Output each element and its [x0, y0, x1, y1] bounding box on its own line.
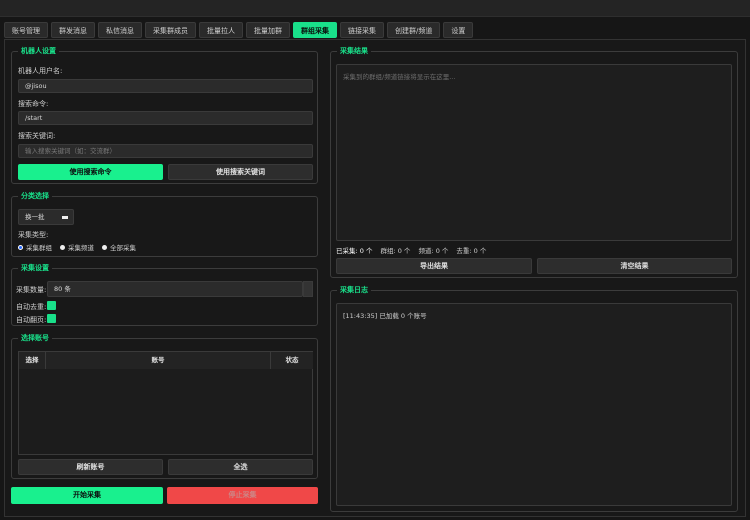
dropdown-indicator-icon — [62, 216, 68, 219]
tab-bulk-join[interactable]: 批量加群 — [246, 22, 290, 38]
radio-label: 采集群组 — [26, 244, 52, 252]
tab-group-broadcast[interactable]: 群发消息 — [51, 22, 95, 38]
select-accounts-title: 选择账号 — [18, 334, 52, 343]
use-search-keyword-button[interactable]: 使用搜索关键词 — [168, 164, 313, 180]
stats-groups: 群组: 0 个 — [380, 247, 411, 255]
tab-bulk-invite[interactable]: 批量拉人 — [199, 22, 243, 38]
col-header-account[interactable]: 账号 — [46, 352, 271, 369]
category-select-value: 换一批 — [25, 213, 45, 221]
search-command-label: 搜索命令: — [18, 100, 49, 108]
category-select[interactable]: 换一批 — [18, 209, 74, 225]
radio-unchecked-icon — [102, 244, 107, 250]
collect-settings-title: 采集设置 — [18, 264, 52, 273]
tab-account-management[interactable]: 账号管理 — [4, 22, 48, 38]
stats-channels: 频道: 0 个 — [418, 247, 449, 255]
collect-count-spinbox[interactable]: 80 条 — [47, 281, 303, 297]
stats-collected: 已采集: 0 个 — [336, 247, 373, 255]
radio-checked-icon — [18, 244, 23, 250]
col-header-select[interactable]: 选择 — [19, 352, 46, 369]
results-title: 采集结果 — [337, 47, 371, 56]
search-keyword-label: 搜索关键词: — [18, 132, 56, 140]
select-accounts-group: 选择账号 选择 账号 状态 刷新账号 全选 — [11, 334, 318, 479]
auto-pageturn-checkbox[interactable] — [47, 314, 56, 323]
tab-create-group[interactable]: 创建群/频道 — [387, 22, 441, 38]
search-keyword-input[interactable]: 输入搜索关键词（如：交流群） — [18, 144, 313, 158]
tab-link-collect[interactable]: 链接采集 — [340, 22, 384, 38]
radio-unchecked-icon — [60, 244, 65, 250]
results-placeholder: 采集到的群组/频道链接将显示在这里... — [343, 73, 456, 81]
radio-collect-channels[interactable]: 采集频道 — [60, 242, 94, 252]
radio-label: 全部采集 — [110, 244, 136, 252]
use-search-command-button[interactable]: 使用搜索命令 — [18, 164, 163, 180]
bot-settings-title: 机器人设置 — [18, 47, 59, 56]
log-textarea[interactable]: [11:43:35] 已加载 0 个账号 — [336, 303, 732, 506]
bot-username-input[interactable]: @jisou — [18, 79, 313, 93]
stop-collect-button[interactable]: 停止采集 — [167, 487, 318, 504]
tab-group-collect[interactable]: 群组采集 — [293, 22, 337, 38]
tab-private-message[interactable]: 私信消息 — [98, 22, 142, 38]
auto-dedup-checkbox[interactable] — [47, 301, 56, 310]
tab-bar: 账号管理 群发消息 私信消息 采集群成员 批量拉人 批量加群 群组采集 链接采集… — [4, 22, 474, 38]
col-header-status[interactable]: 状态 — [271, 352, 313, 369]
window-titlebar — [0, 0, 750, 17]
collect-count-label: 采集数量: — [16, 286, 47, 294]
start-collect-button[interactable]: 开始采集 — [11, 487, 163, 504]
bot-settings-group: 机器人设置 机器人用户名: @jisou 搜索命令: /start 搜索关键词:… — [11, 47, 318, 184]
log-entry: [11:43:35] 已加载 0 个账号 — [343, 312, 427, 320]
results-group: 采集结果 采集到的群组/频道链接将显示在这里... 已采集: 0 个 群组: 0… — [330, 47, 738, 278]
bot-username-label: 机器人用户名: — [18, 67, 63, 75]
collect-settings-group: 采集设置 采集数量: 80 条 自动去重: 自动翻页: — [11, 264, 318, 326]
results-textarea[interactable]: 采集到的群组/频道链接将显示在这里... — [336, 64, 732, 241]
category-title: 分类选择 — [18, 192, 52, 201]
radio-collect-all[interactable]: 全部采集 — [102, 242, 136, 252]
tab-settings[interactable]: 设置 — [443, 22, 474, 38]
search-command-input[interactable]: /start — [18, 111, 313, 125]
results-stats: 已采集: 0 个 群组: 0 个 频道: 0 个 去重: 0 个 — [336, 245, 486, 255]
export-results-button[interactable]: 导出结果 — [336, 258, 532, 274]
clear-results-button[interactable]: 清空结果 — [537, 258, 732, 274]
radio-collect-groups[interactable]: 采集群组 — [18, 242, 52, 252]
accounts-table[interactable]: 选择 账号 状态 — [18, 351, 313, 455]
auto-dedup-label: 自动去重: — [16, 303, 47, 311]
auto-pageturn-label: 自动翻页: — [16, 316, 47, 324]
stats-dupes: 去重: 0 个 — [456, 247, 487, 255]
category-group: 分类选择 换一批 采集类型: 采集群组 采集频道 全部采集 — [11, 192, 318, 257]
radio-label: 采集频道 — [68, 244, 94, 252]
spinbox-arrows-icon[interactable] — [303, 281, 313, 297]
collect-type-label: 采集类型: — [18, 231, 49, 239]
select-all-button[interactable]: 全选 — [168, 459, 313, 475]
tab-collect-members[interactable]: 采集群成员 — [145, 22, 196, 38]
log-group: 采集日志 [11:43:35] 已加载 0 个账号 — [330, 286, 738, 512]
refresh-accounts-button[interactable]: 刷新账号 — [18, 459, 163, 475]
log-title: 采集日志 — [337, 286, 371, 295]
